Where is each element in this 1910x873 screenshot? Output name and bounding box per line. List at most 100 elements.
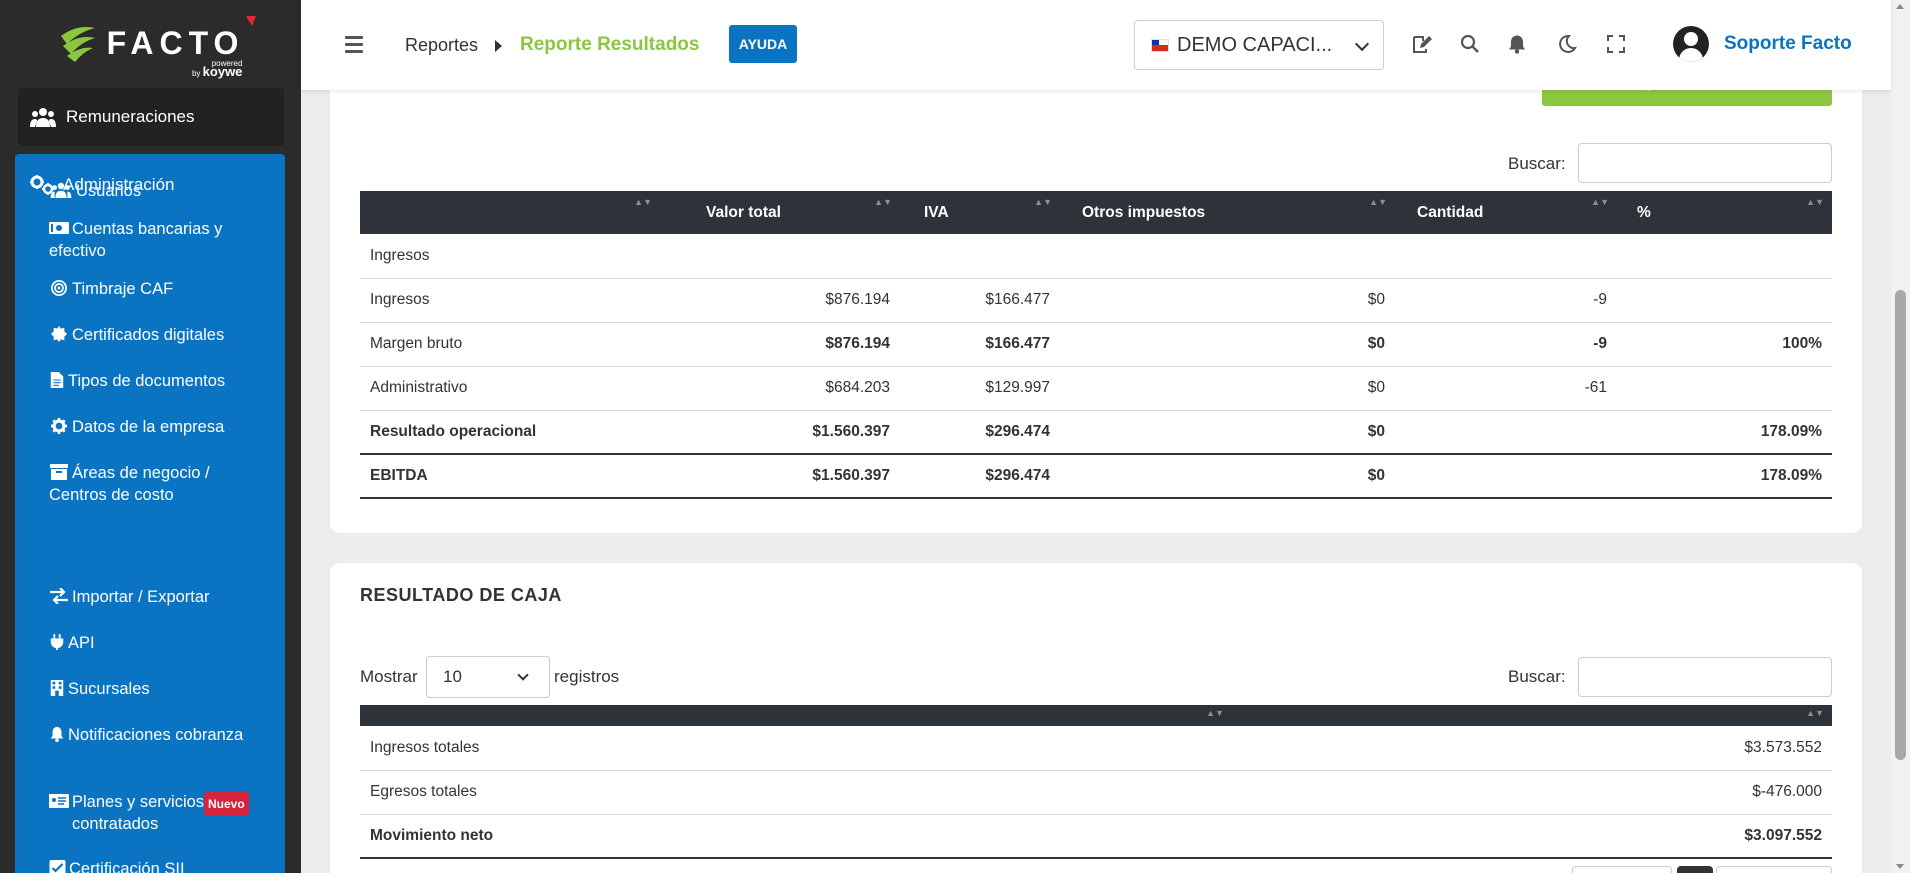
col-header-cantidad[interactable]: Cantidad ▲▼: [1395, 191, 1617, 234]
col-header-valor-total[interactable]: Valor total ▲▼: [660, 191, 900, 234]
show-label: Mostrar: [360, 667, 418, 686]
breadcrumb-current: Reporte Resultados: [520, 34, 700, 55]
exchange-icon: [50, 588, 68, 604]
caja-search-label: Buscar:: [1508, 667, 1566, 686]
col-header-label[interactable]: ▲▼: [360, 191, 660, 234]
bell-icon: [50, 726, 64, 742]
records-label: registros: [554, 667, 620, 686]
koywe-brand: koywe: [202, 64, 243, 79]
sort-icon: ▲▼: [1206, 708, 1224, 718]
page-scrollbar[interactable]: [1891, 0, 1910, 873]
sidebar-item-notificaciones[interactable]: Notificaciones cobranza: [49, 724, 267, 746]
sidebar: FACTO powered by koywe Remuneraciones Ad…: [0, 0, 301, 873]
scroll-thumb[interactable]: [1895, 290, 1906, 760]
col-header-iva[interactable]: IVA ▲▼: [900, 191, 1060, 234]
col-header-porcentaje[interactable]: % ▲▼: [1617, 191, 1832, 234]
edit-document-icon[interactable]: [1412, 34, 1432, 54]
certificate-icon: [51, 326, 67, 342]
caja-title: RESULTADO DE CAJA: [360, 585, 562, 605]
sort-icon: ▲▼: [1034, 197, 1052, 207]
table-row: Ingresos totales $3.573.552: [360, 726, 1832, 771]
report-search-input[interactable]: [1578, 143, 1832, 183]
table-row: Administrativo $684.203 $129.997 $0 -61: [360, 366, 1832, 411]
user-name[interactable]: Soporte Facto: [1724, 33, 1852, 55]
sidebar-item-sucursales[interactable]: Sucursales: [49, 678, 267, 700]
sidebar-item-planes[interactable]: Planes y servicios contratados Nuevo: [49, 791, 267, 835]
logo-red-triangle-icon: [246, 16, 257, 26]
report-table: ▲▼ Valor total ▲▼ IVA ▲▼ Otros impuestos ▲▼…: [360, 191, 1832, 499]
table-row: EBITDA $1.560.397 $296.474 $0 178.09%: [360, 454, 1832, 499]
sort-icon: ▲▼: [1806, 708, 1824, 718]
chile-flag-icon: [1151, 38, 1169, 52]
caja-search-input[interactable]: [1578, 657, 1832, 697]
sidebar-item-importar-exportar[interactable]: Importar / Exportar: [49, 586, 267, 608]
sidebar-item-datos-empresa[interactable]: Datos de la empresa: [49, 416, 267, 438]
document-icon: [50, 372, 64, 388]
sidebar-item-tipos-documentos[interactable]: Tipos de documentos: [49, 370, 267, 392]
sort-icon: ▲▼: [1591, 197, 1609, 207]
nav-administracion-panel: Administración Usuarios Cuentas bancaria…: [15, 154, 285, 873]
money-icon: [49, 222, 69, 234]
scroll-up-icon[interactable]: [1896, 4, 1904, 9]
gear-icon: [51, 418, 67, 434]
chevron-down-icon: [517, 669, 529, 681]
table-row: Ingresos: [360, 234, 1832, 279]
sort-icon: ▲▼: [874, 197, 892, 207]
nav-remuneraciones[interactable]: Remuneraciones: [18, 88, 284, 146]
pagination-page-button[interactable]: [1677, 866, 1713, 873]
col-header-otros-impuestos[interactable]: Otros impuestos ▲▼: [1060, 191, 1395, 234]
target-icon: [51, 280, 67, 296]
check-icon: [49, 860, 66, 873]
avatar[interactable]: [1673, 26, 1709, 62]
building-icon: [50, 680, 64, 696]
help-button[interactable]: AYUDA: [729, 25, 797, 63]
nav-remuneraciones-label: Remuneraciones: [66, 107, 195, 126]
col-header-monto[interactable]: ▲▼: [1232, 705, 1832, 726]
table-row: Movimiento neto $3.097.552: [360, 814, 1832, 859]
pagination-previous-button[interactable]: [1572, 866, 1672, 873]
sidebar-item-cuentas-bancarias[interactable]: Cuentas bancarias y efectivo: [49, 218, 267, 262]
sidebar-item-usuarios[interactable]: Usuarios: [49, 180, 267, 202]
table-row: Resultado operacional $1.560.397 $296.47…: [360, 410, 1832, 455]
users-icon: [50, 182, 72, 198]
nuevo-badge: Nuevo: [204, 792, 249, 816]
plan-icon: [49, 794, 69, 808]
pagination-next-button[interactable]: [1716, 866, 1832, 873]
sort-icon: ▲▼: [1806, 197, 1824, 207]
caja-table: ▲▼ ▲▼ Ingresos totales $3.573.552 Egreso…: [360, 705, 1832, 859]
sidebar-item-areas-negocio[interactable]: Áreas de negocio / Centros de costo: [49, 462, 267, 506]
breadcrumb-arrow-icon: [495, 40, 502, 52]
col-header-concepto[interactable]: ▲▼: [360, 705, 1232, 726]
sidebar-item-api[interactable]: API: [49, 632, 267, 654]
fullscreen-icon[interactable]: [1606, 34, 1626, 54]
company-selector[interactable]: DEMO CAPACI...: [1134, 20, 1384, 70]
sort-icon: ▲▼: [1369, 197, 1387, 207]
table-row: Egresos totales $-476.000: [360, 770, 1832, 815]
top-header: Reportes Reporte Resultados AYUDA DEMO C…: [301, 0, 1891, 90]
moon-icon[interactable]: [1557, 34, 1577, 54]
sidebar-item-certificacion-sii[interactable]: Certificación SII: [49, 858, 267, 873]
plug-icon: [50, 634, 64, 650]
caja-card: RESULTADO DE CAJA Mostrar 10 registros B…: [330, 563, 1862, 873]
archive-icon: [50, 464, 68, 480]
report-card: REPORTE RESULTADOS Descargar Excel detal…: [330, 40, 1862, 533]
search-icon[interactable]: [1460, 34, 1480, 54]
table-row: Margen bruto $876.194 $166.477 $0 -9 100…: [360, 322, 1832, 367]
logo-text: FACTO: [106, 24, 245, 61]
table-header-row: ▲▼ ▲▼: [360, 705, 1832, 726]
scroll-down-icon[interactable]: [1896, 864, 1904, 869]
users-icon: [30, 108, 56, 127]
sort-icon: ▲▼: [634, 197, 652, 207]
sidebar-item-timbraje-caf[interactable]: Timbraje CAF: [49, 278, 267, 300]
logo-powered: powered by koywe: [191, 59, 243, 79]
facto-logo[interactable]: FACTO powered by koywe: [0, 0, 301, 86]
hamburger-menu-icon[interactable]: [345, 36, 363, 53]
table-row: Ingresos $876.194 $166.477 $0 -9: [360, 278, 1832, 323]
breadcrumb-reportes[interactable]: Reportes: [405, 35, 478, 56]
bell-icon[interactable]: [1507, 34, 1527, 54]
page-size-select[interactable]: 10: [426, 656, 550, 698]
sidebar-item-certificados[interactable]: Certificados digitales: [49, 324, 267, 346]
facto-swoosh-icon: [60, 27, 95, 62]
report-search-label: Buscar:: [1508, 154, 1566, 173]
table-header-row: ▲▼ Valor total ▲▼ IVA ▲▼ Otros impuestos ▲▼…: [360, 191, 1832, 234]
